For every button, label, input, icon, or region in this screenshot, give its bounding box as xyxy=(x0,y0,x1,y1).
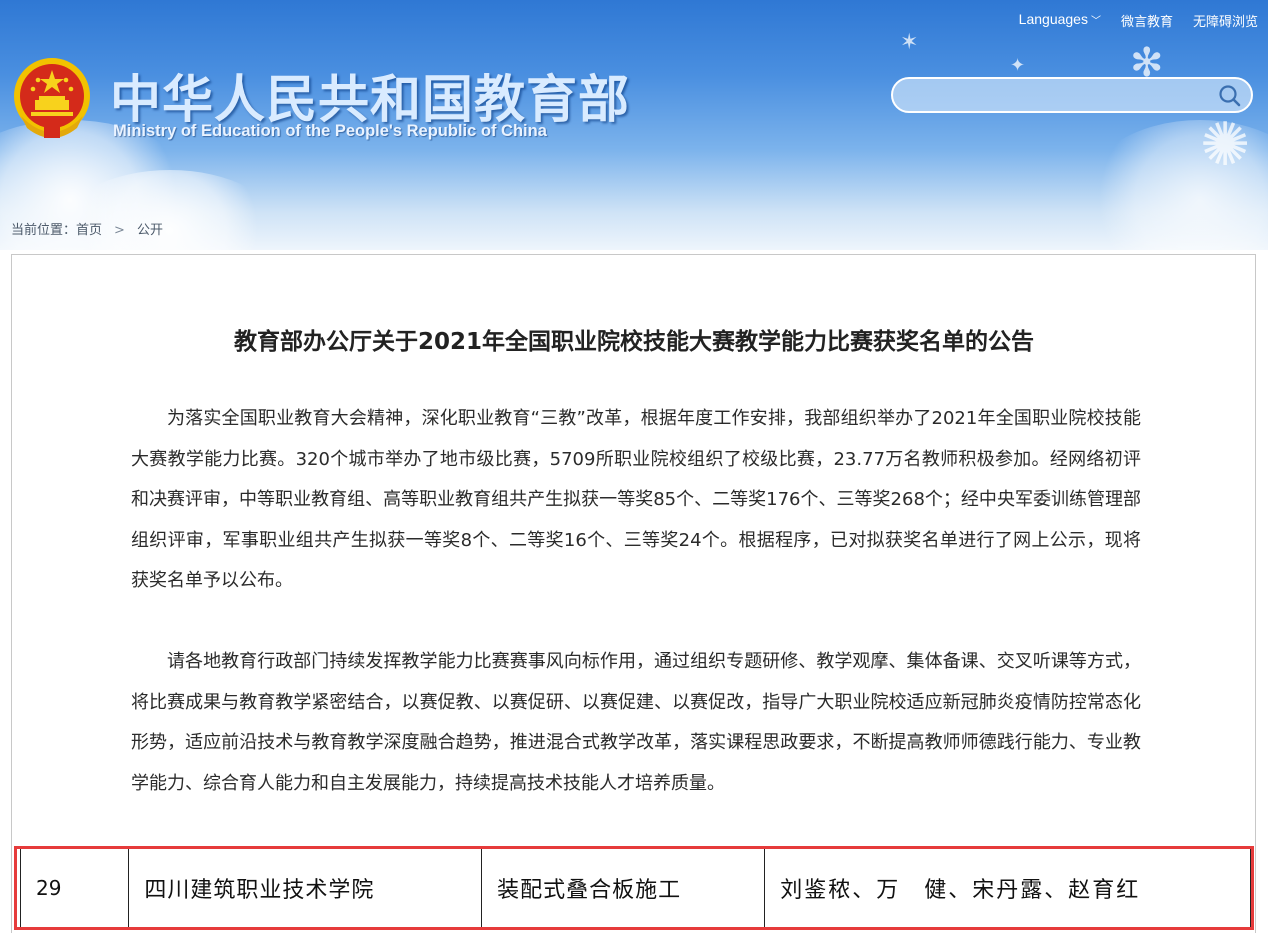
breadcrumb-prefix: 当前位置： xyxy=(11,223,77,238)
national-emblem-icon xyxy=(14,58,90,138)
accessibility-link[interactable]: 无障碍浏览 xyxy=(1193,11,1258,30)
dandelion-decoration: ✶ xyxy=(900,30,919,55)
breadcrumb-separator: > xyxy=(114,223,125,238)
dandelion-decoration: ✦ xyxy=(1010,55,1026,76)
school-cell: 四川建筑职业技术学院 xyxy=(128,849,483,927)
weiyan-link[interactable]: 微言教育 xyxy=(1121,11,1173,30)
search-input[interactable] xyxy=(909,85,1213,107)
breadcrumb: 当前位置：首页 > 公开 xyxy=(11,219,163,238)
top-links: Languages ﹀ 微言教育 无障碍浏览 xyxy=(1019,11,1258,30)
row-number-cell: 29 xyxy=(19,849,130,927)
highlighted-table-row: 29 四川建筑职业技术学院 装配式叠合板施工 刘鉴秾、万 健、宋丹露、赵育红 xyxy=(14,846,1254,930)
site-title-cn[interactable]: 中华人民共和国教育部 xyxy=(110,58,630,132)
article-title: 教育部办公厅关于2021年全国职业院校技能大赛教学能力比赛获奖名单的公告 xyxy=(233,329,1034,355)
members-cell: 刘鉴秾、万 健、宋丹露、赵育红 xyxy=(764,849,1251,927)
header-banner: ✻ ✺ ✶ ✦ Languages ﹀ 微言教育 无障碍浏览 中华人民共和国教育部… xyxy=(0,0,1268,250)
languages-menu[interactable]: Languages ﹀ xyxy=(1019,11,1101,30)
article-paragraph: 请各地教育行政部门持续发挥教学能力比赛赛事风向标作用，通过组织专题研修、教学观摩… xyxy=(131,651,1141,794)
breadcrumb-current[interactable]: 公开 xyxy=(137,223,163,238)
site-title-en[interactable]: Ministry of Education of the People's Re… xyxy=(113,122,547,141)
search-icon[interactable] xyxy=(1217,83,1243,109)
table-row: 29 四川建筑职业技术学院 装配式叠合板施工 刘鉴秾、万 健、宋丹露、赵育红 xyxy=(19,849,1251,927)
dandelion-decoration: ✺ xyxy=(1200,110,1251,180)
languages-label: Languages xyxy=(1018,11,1088,27)
breadcrumb-home[interactable]: 首页 xyxy=(76,223,102,238)
article-paragraph: 为落实全国职业教育大会精神，深化职业教育“三教”改革，根据年度工作安排，我部组织… xyxy=(131,408,1141,591)
chevron-down-icon: ﹀ xyxy=(1090,16,1101,27)
project-cell: 装配式叠合板施工 xyxy=(481,849,766,927)
award-table: 29 四川建筑职业技术学院 装配式叠合板施工 刘鉴秾、万 健、宋丹露、赵育红 xyxy=(19,849,1251,927)
search-box xyxy=(891,77,1253,113)
